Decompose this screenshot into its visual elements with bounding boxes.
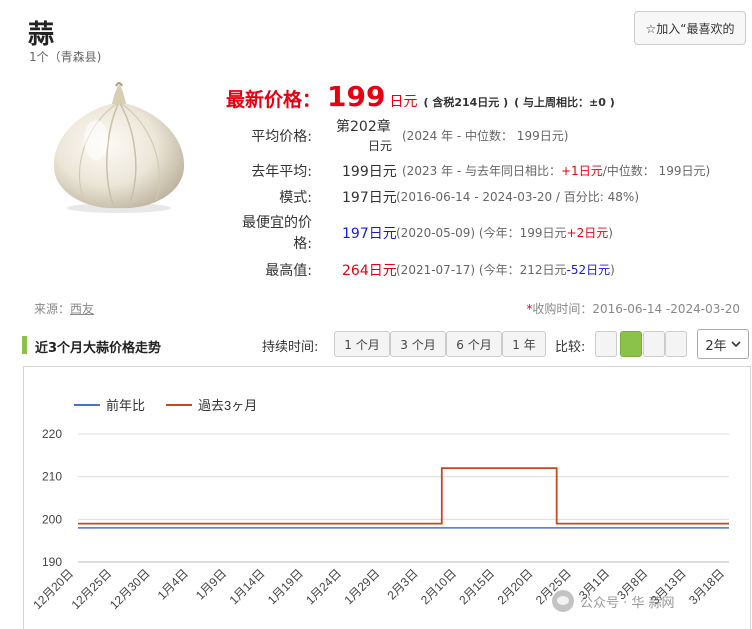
duration-label: 持续时间:	[262, 340, 319, 355]
chevron-down-icon	[731, 337, 741, 352]
mode-value: 197日元	[342, 190, 397, 206]
section-title: 近3个月大蒜价格走势	[35, 341, 162, 356]
x-tick-label: 12月25日	[69, 566, 115, 612]
latest-price-label: 最新价格：	[226, 89, 322, 111]
lowest-price-detail: (2020-05-09) (今年：199日元+2日元)	[396, 226, 613, 240]
average-price-unit: 日元	[368, 139, 393, 153]
x-tick-label: 12月30日	[107, 566, 153, 612]
section-accent-bar	[22, 336, 27, 354]
x-tick-label: 1月9日	[193, 566, 229, 602]
compare-toggle-2[interactable]	[620, 331, 642, 357]
tax-included-note: ( 含税214日元 )	[423, 96, 509, 109]
x-tick-label: 1月14日	[227, 566, 268, 607]
compare-toggle-1[interactable]	[595, 331, 617, 357]
compare-toggle-3[interactable]	[643, 331, 665, 357]
collection-period: *收购时间：2016-06-14 -2024-03-20	[526, 302, 740, 316]
average-price-label: 平均价格:	[251, 129, 312, 145]
year-range-select[interactable]: 2年	[697, 329, 749, 359]
add-favorite-button[interactable]: ☆加入“最喜欢的	[634, 11, 746, 45]
highest-price-detail: (2021-07-17) (今年：212日元-52日元)	[396, 263, 615, 277]
highest-price-diff: -52日元	[566, 263, 611, 277]
y-tick-label: 190	[42, 555, 62, 569]
average-price-detail: (2024 年 - 中位数： 199日元)	[402, 129, 569, 143]
duration-3-months-button[interactable]: 3 个月	[390, 331, 446, 357]
favorite-button-label: ☆加入“最喜欢的	[645, 21, 735, 36]
x-tick-label: 2月3日	[384, 566, 420, 602]
x-tick-label: 12月20日	[30, 566, 76, 612]
product-subtitle: 1个（青森县)	[29, 50, 102, 64]
source-link[interactable]: 西友	[70, 302, 94, 316]
lowest-price-value: 197日元	[342, 226, 397, 242]
x-tick-label: 1月19日	[265, 566, 306, 607]
last-year-detail: (2023 年 - 与去年同日相比：+1日元/中位数： 199日元)	[402, 164, 711, 178]
data-source: 来源：西友	[34, 302, 95, 316]
duration-1-month-button[interactable]: 1 个月	[334, 331, 390, 357]
average-price-value: 第202章	[336, 119, 391, 135]
y-tick-label: 200	[42, 512, 62, 526]
x-tick-label: 2月10日	[418, 566, 459, 607]
compare-label: 比较:	[555, 340, 586, 355]
last-year-diff: +1日元	[561, 164, 603, 178]
legend-label-2: 過去3ヶ月	[198, 398, 257, 413]
lowest-price-diff: +2日元	[566, 226, 609, 240]
week-compare-note: ( 与上周相比：±0 )	[514, 96, 615, 109]
compare-toggle-4[interactable]	[665, 331, 687, 357]
legend-label-1: 前年比	[106, 398, 145, 413]
lowest-price-label-line1: 最便宜的价	[242, 215, 312, 231]
latest-price: 最新价格： 199 日元 ( 含税214日元 ) ( 与上周相比：±0 )	[226, 80, 615, 114]
garlic-image	[53, 82, 185, 213]
watermark-text: 公众号 · 华 蒜网	[580, 595, 675, 611]
x-tick-label: 1月29日	[341, 566, 382, 607]
y-tick-label: 220	[42, 427, 62, 441]
watermark: 公众号 · 华 蒜网	[552, 590, 675, 612]
highest-price-label: 最高值:	[265, 263, 312, 279]
y-tick-label: 210	[42, 470, 62, 484]
x-tick-label: 1月24日	[303, 566, 344, 607]
duration-1-year-button[interactable]: 1 年	[502, 331, 546, 357]
duration-6-months-button[interactable]: 6 个月	[446, 331, 502, 357]
x-tick-label: 3月18日	[686, 566, 727, 607]
lowest-price-label-line2: 格:	[293, 236, 312, 252]
last-year-label: 去年平均:	[251, 164, 312, 180]
year-range-value: 2年	[705, 338, 727, 354]
latest-price-value: 199	[327, 80, 386, 113]
mode-detail: (2016-06-14 - 2024-03-20 / 百分比: 48%)	[396, 190, 640, 204]
mode-label: 模式:	[279, 190, 312, 206]
page-title: 蒜	[28, 20, 55, 50]
x-tick-label: 2月20日	[495, 566, 536, 607]
latest-price-unit: 日元	[389, 94, 418, 110]
x-tick-label: 1月4日	[155, 566, 191, 602]
last-year-value: 199日元	[342, 164, 397, 180]
wechat-icon	[552, 590, 574, 612]
x-tick-label: 2月15日	[456, 566, 497, 607]
highest-price-value: 264日元	[342, 263, 397, 279]
